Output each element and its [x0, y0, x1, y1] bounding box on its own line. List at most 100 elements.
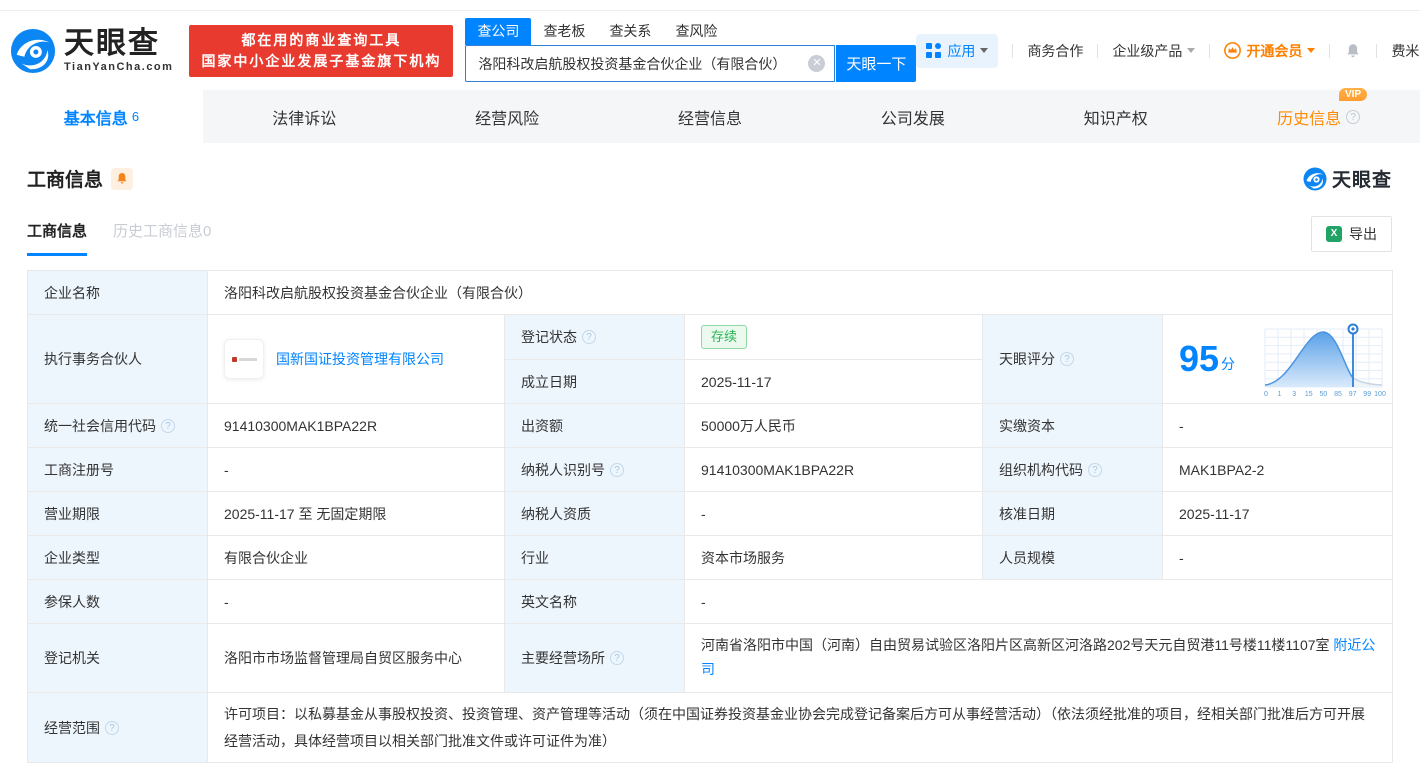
main-content: 工商信息 天眼查 工商信息 历史工商信息0 X 导出 企业名称 洛阳科改启航股权… [0, 165, 1420, 763]
search-tab-company[interactable]: 查公司 [465, 18, 532, 45]
user-account-menu[interactable]: 费米 [1391, 41, 1420, 61]
registration-authority-value: 洛阳市市场监督管理局自贸区服务中心 [207, 623, 505, 693]
partner-company-logo[interactable] [224, 339, 264, 379]
business-cooperation-link[interactable]: 商务合作 [1027, 41, 1083, 61]
score-distribution-chart[interactable]: 0 1 3 15 50 85 97 99 100 [1261, 319, 1386, 399]
tab-operation-info[interactable]: 经营信息 [609, 90, 812, 143]
tab-intellectual-property[interactable]: 知识产权 [1014, 90, 1217, 143]
open-vip-menu[interactable]: 开通会员 [1224, 41, 1316, 61]
establish-date-label: 成立日期 [504, 359, 685, 404]
svg-text:100: 100 [1374, 391, 1386, 398]
tab-company-development[interactable]: 公司发展 [811, 90, 1014, 143]
search-tab-risk[interactable]: 查风险 [663, 18, 729, 45]
english-name-label: 英文名称 [504, 579, 685, 624]
registration-number-label: 工商注册号 [27, 447, 208, 492]
logo-domain: TianYanCha.com [64, 60, 174, 73]
uscc-value: 91410300MAK1BPA22R [207, 403, 505, 448]
tab-basic-info[interactable]: 基本信息 6 [0, 90, 203, 143]
svg-text:97: 97 [1349, 391, 1357, 398]
english-name-value: - [683, 579, 1394, 624]
establish-date-value: 2025-11-17 [684, 359, 983, 404]
promo-line-2: 国家中小企业发展子基金旗下机构 [201, 52, 442, 69]
tab-legal-litigation[interactable]: 法律诉讼 [203, 90, 406, 143]
paid-capital-value: - [1161, 403, 1394, 448]
page-top-divider [0, 0, 1420, 11]
excel-icon: X [1326, 226, 1342, 242]
subtab-business-info[interactable]: 工商信息 [27, 220, 88, 256]
crown-icon [1224, 42, 1242, 59]
svg-text:85: 85 [1334, 391, 1342, 398]
table-row: 参保人数 - 英文名称 - [27, 579, 1394, 624]
header-right-menu: 应用 商务合作 企业级产品 开通会员 费米 [916, 33, 1420, 68]
notifications-button[interactable] [1344, 42, 1362, 60]
taxpayer-id-label: 纳税人识别号? [504, 447, 685, 492]
help-icon[interactable]: ? [161, 418, 175, 433]
promo-banner: 都在用的商业查询工具 国家中小企业发展子基金旗下机构 [189, 24, 454, 77]
chevron-down-icon [980, 48, 989, 53]
bell-icon [1347, 43, 1360, 57]
partner-company-link[interactable]: 国新国证投资管理有限公司 [276, 349, 444, 369]
tianyan-score-label: 天眼评分? [982, 314, 1163, 404]
basic-info-count: 6 [131, 109, 140, 124]
help-icon[interactable]: ? [1060, 352, 1074, 366]
paid-capital-label: 实缴资本 [982, 403, 1163, 448]
help-icon[interactable]: ? [610, 462, 624, 477]
registration-status-value: 存续 [684, 314, 983, 360]
tab-operation-risk[interactable]: 经营风险 [406, 90, 609, 143]
table-row: 工商注册号 - 纳税人识别号? 91410300MAK1BPA22R 组织机构代… [27, 447, 1394, 492]
uscc-label: 统一社会信用代码? [27, 403, 208, 448]
search-tab-relation[interactable]: 查关系 [597, 18, 663, 45]
tab-history-info[interactable]: 历史信息 VIP ? [1217, 87, 1420, 143]
export-button[interactable]: X 导出 [1311, 216, 1392, 252]
menu-divider [1209, 43, 1211, 58]
enterprise-products-menu[interactable]: 企业级产品 [1112, 41, 1196, 61]
company-type-value: 有限合伙企业 [207, 535, 505, 580]
capital-value: 50000万人民币 [684, 403, 983, 448]
curve-tail-area [1353, 378, 1383, 387]
business-scope-value: 许可项目：以私募基金从事股权投资、投资管理、资产管理等活动（须在中国证券投资基金… [206, 692, 1394, 763]
apps-grid-icon [926, 43, 942, 58]
business-scope-label: 经营范围? [27, 692, 208, 763]
tianyancha-swirl-icon [1303, 167, 1327, 190]
help-icon[interactable]: ? [582, 330, 596, 344]
menu-divider [1097, 43, 1099, 58]
search-button[interactable]: 天眼一下 [836, 45, 917, 82]
status-badge: 存续 [701, 325, 748, 349]
vip-badge: VIP [1338, 87, 1368, 101]
help-icon[interactable]: ? [1346, 109, 1361, 124]
promo-line-1: 都在用的商业查询工具 [241, 31, 402, 48]
taxpayer-qualification-value: - [684, 491, 983, 536]
tianyan-score-value: 95 分 0 1 3 15 50 85 97 99 100 [1161, 314, 1394, 404]
subtab-history-business-info[interactable]: 历史工商信息0 [113, 220, 211, 256]
chart-axis-ticks: 0 1 3 15 50 85 97 99 100 [1264, 391, 1386, 398]
apps-menu[interactable]: 应用 [916, 33, 999, 68]
search-tab-boss[interactable]: 查老板 [531, 18, 597, 45]
industry-value: 资本市场服务 [684, 535, 983, 580]
registration-status-label: 登记状态? [504, 314, 685, 360]
search-input[interactable] [465, 45, 836, 82]
svg-text:50: 50 [1320, 391, 1328, 398]
staff-size-label: 人员规模 [982, 535, 1163, 580]
staff-size-value: - [1161, 535, 1394, 580]
tianyancha-logo[interactable]: 天眼查 TianYanCha.com [10, 28, 173, 74]
help-icon[interactable]: ? [105, 720, 119, 735]
subscribe-alert-button[interactable] [111, 167, 134, 190]
business-info-table: 企业名称 洛阳科改启航股权投资基金合伙企业（有限合伙） 执行事务合伙人 国新国证… [27, 270, 1394, 763]
bell-icon [117, 173, 127, 184]
approval-date-label: 核准日期 [982, 491, 1163, 536]
capital-label: 出资额 [504, 403, 685, 448]
org-code-value: MAK1BPA2-2 [1161, 447, 1394, 492]
username: 费米 [1391, 42, 1420, 59]
taxpayer-id-value: 91410300MAK1BPA22R [684, 447, 983, 492]
svg-text:1: 1 [1278, 391, 1282, 398]
search-area: 查公司 查老板 查关系 查风险 ✕ 天眼一下 [465, 18, 917, 82]
business-term-label: 营业期限 [27, 491, 208, 536]
registration-number-value: - [207, 447, 505, 492]
table-row: 企业名称 洛阳科改启航股权投资基金合伙企业（有限合伙） [27, 270, 1394, 315]
table-row: 登记机关 洛阳市市场监督管理局自贸区服务中心 主要经营场所? 河南省洛阳市中国（… [27, 623, 1394, 693]
help-icon[interactable]: ? [610, 651, 624, 665]
table-row: 营业期限 2025-11-17 至 无固定期限 纳税人资质 - 核准日期 202… [27, 491, 1394, 536]
help-icon[interactable]: ? [1088, 462, 1102, 477]
menu-divider [1329, 43, 1331, 58]
menu-divider [1012, 43, 1014, 58]
